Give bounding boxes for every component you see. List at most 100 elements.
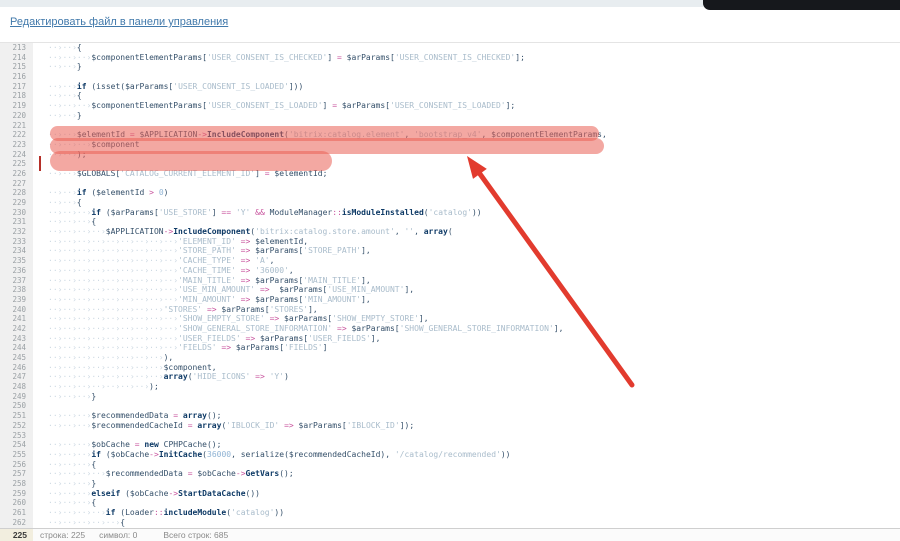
code-line[interactable]: ··›··›··›if ($arParams['USE_STORE'] == '… [33,208,900,218]
code-line[interactable]: ··›··›··›{ [33,217,900,227]
code-token: $APPLICATION [106,227,164,236]
whitespace-marks: ··›··›··› [48,479,91,488]
code-line[interactable]: ··›··›··›··›··›··›··›··›array('HIDE_ICON… [33,372,900,382]
edit-file-link[interactable]: Редактировать файл в панели управления [10,16,228,28]
line-number: 254 [0,440,33,450]
code-token: ($obCache [120,489,168,498]
whitespace-marks: ··›··› [48,43,77,52]
code-token: 'A' [255,256,269,265]
code-line[interactable]: ··›··›if ($elementId > 0) [33,188,900,198]
code-line[interactable]: ··›··›··›{ [33,498,900,508]
code-token: ); [149,382,159,391]
code-line[interactable]: ··›··›··›··›$recommendedData = $obCache-… [33,469,900,479]
code-line[interactable]: ··›··›··›··›··›··›··›··›··›'MAIN_TITLE' … [33,276,900,286]
code-token: if [91,208,101,217]
line-number: 242 [0,324,33,334]
code-line[interactable]: ··›··›} [33,62,900,72]
whitespace-marks: ··›··›··› [48,440,91,449]
code-token: ]; [515,53,525,62]
code-area[interactable]: ··›··›{··›··›··›$componentElementParams[… [33,43,900,529]
code-line[interactable]: ··›··›··›elseif ($obCache->StartDataCach… [33,489,900,499]
whitespace-marks: ··›··›··› [48,460,91,469]
line-number: 258 [0,479,33,489]
code-token: ], [371,334,381,343]
code-token: 'STORES' [270,305,309,314]
code-line[interactable] [33,72,900,82]
code-token: => [270,314,280,323]
code-line[interactable]: ··›··›··›$componentElementParams['USER_C… [33,53,900,63]
code-token: 'USE_MIN_AMOUNT' [178,285,255,294]
whitespace-marks: ··›··›··›··›··›··›··›··›··› [48,276,178,285]
code-line[interactable]: ··›··›··›··›··›··›··›··›··›'SHOW_GENERAL… [33,324,900,334]
code-token: $componentElementParams[ [91,101,207,110]
code-token: ), [164,353,174,362]
line-number: 252 [0,421,33,431]
code-line[interactable]: ··›··›··›··›$APPLICATION->IncludeCompone… [33,227,900,237]
code-token: , [395,227,405,236]
code-token: 'USER_CONSENT_IS_LOADED' [207,101,323,110]
code-editor[interactable]: 2132142152162172182192202212222232242252… [0,42,900,528]
code-token: 'MAIN_TITLE' [303,276,361,285]
line-number-gutter: 2132142152162172182192202212222232242252… [0,43,33,529]
code-line[interactable]: ··›··›··›if ($obCache->InitCache(36000, … [33,450,900,460]
code-line[interactable]: ··›··›··›$recommendedData = array(); [33,411,900,421]
code-line[interactable]: ··›··›if (isset($arParams['USER_CONSENT_… [33,82,900,92]
line-number: 262 [0,518,33,528]
code-token: GetVars [246,469,280,478]
code-line[interactable]: ··›··›··›··›··›··›··›··›··›'STORE_PATH' … [33,246,900,256]
code-token: )) [472,208,482,217]
code-line[interactable]: ··›··›··›··›··›··›··›··›··›'FIELDS' => $… [33,343,900,353]
code-line[interactable]: ··›··›··›} [33,479,900,489]
code-line[interactable]: ··›··›··›··›··›··›··›··›··›'USER_FIELDS'… [33,334,900,344]
whitespace-marks: ··›··›··› [48,101,91,110]
whitespace-marks: ··›··›··›··›··›··›··›··›··› [48,314,178,323]
code-token: , serialize($recommendedCacheId), [231,450,395,459]
code-token: , [270,256,275,265]
line-number: 245 [0,353,33,363]
code-line[interactable]: ··›··›··›··›··›··›··›··›$component, [33,363,900,373]
line-number: 213 [0,43,33,53]
code-line[interactable]: ··›··›{ [33,198,900,208]
code-line[interactable]: ··›··›··›··›if (Loader::includeModule('c… [33,508,900,518]
code-token: $recommendedData [106,469,188,478]
code-line[interactable]: ··›··›··›··›··›··›··›··›), [33,353,900,363]
code-token: if [77,82,87,91]
line-number: 251 [0,411,33,421]
code-line[interactable] [33,179,900,189]
code-token: ( [448,227,453,236]
code-line[interactable]: ··›··›··›··›··›··›··›··›··›'CACHE_TIME' … [33,266,900,276]
code-line[interactable]: ··›··›··›··›··›··›··›··›··›'SHOW_EMPTY_S… [33,314,900,324]
code-token: => [255,372,265,381]
code-line[interactable]: ··›··›··›··›··›··›··›··›··›'CACHE_TYPE' … [33,256,900,266]
current-line-badge: 225 [0,529,33,541]
code-line[interactable]: ··›··›{ [33,91,900,101]
code-token: && [255,208,265,217]
line-number: 244 [0,343,33,353]
code-line[interactable]: ··›··›··›··›··›··›··›); [33,382,900,392]
code-line[interactable]: ··›··›··›··›··›··›··›··›··›'ELEMENT_ID' … [33,237,900,247]
code-line[interactable]: ··›··›··›··›··›··›··›··›'STORES' => $arP… [33,305,900,315]
code-line[interactable]: ··›··›} [33,111,900,121]
code-line[interactable]: ··›··›··›··›··›··›··›··›··›'USE_MIN_AMOU… [33,285,900,295]
code-token: => [246,334,256,343]
code-token: { [91,498,96,507]
marker-highlight-line-224 [50,151,332,171]
code-line[interactable] [33,401,900,411]
code-token: => [284,421,294,430]
line-number: 253 [0,431,33,441]
code-token: $recommendedCacheId [91,421,187,430]
code-token: 'CACHE_TYPE' [178,256,236,265]
code-line[interactable]: ··›··›··›··›··›··›··›··›··›'MIN_AMOUNT' … [33,295,900,305]
code-line[interactable]: ··›··›··›··›··›{ [33,518,900,528]
code-line[interactable]: ··›··›··›$obCache = new CPHPCache(); [33,440,900,450]
code-line[interactable]: ··›··›··›} [33,392,900,402]
whitespace-marks: ··›··›··›··›··› [48,518,120,527]
code-line[interactable]: ··›··›··›$componentElementParams['USER_C… [33,101,900,111]
code-line[interactable]: ··›··›··›$recommendedCacheId = array('IB… [33,421,900,431]
code-token: => [241,295,251,304]
code-line[interactable] [33,431,900,441]
code-line[interactable]: ··›··›{ [33,43,900,53]
code-line[interactable]: ··›··›··›{ [33,460,900,470]
code-token: { [77,43,82,52]
line-number: 223 [0,140,33,150]
